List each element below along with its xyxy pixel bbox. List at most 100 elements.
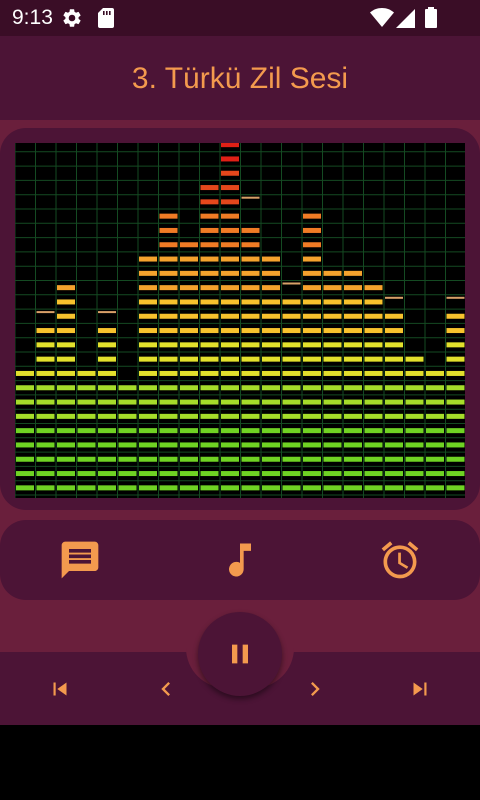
equalizer-segment	[159, 299, 178, 305]
equalizer-segment	[344, 471, 362, 477]
equalizer-segment	[405, 485, 424, 491]
equalizer-segment	[16, 413, 34, 419]
next-button[interactable]	[300, 674, 330, 704]
equalizer-segment	[159, 242, 178, 248]
equalizer-segment	[241, 285, 260, 291]
music-button[interactable]	[216, 536, 264, 584]
equalizer-segment	[159, 227, 178, 233]
equalizer-segment	[344, 342, 362, 348]
equalizer-segment	[36, 428, 55, 434]
equalizer-segment	[426, 442, 444, 448]
skip-previous-button[interactable]	[45, 674, 75, 704]
equalizer-visualizer	[14, 142, 465, 498]
equalizer-segment	[344, 313, 362, 319]
equalizer-segment	[139, 270, 157, 276]
equalizer-segment	[303, 413, 321, 419]
equalizer-segment	[180, 485, 198, 491]
equalizer-segment	[323, 370, 342, 376]
equalizer-segment	[446, 485, 465, 491]
equalizer-segment	[446, 313, 465, 319]
previous-button[interactable]	[151, 674, 181, 704]
equalizer-segment	[364, 442, 383, 448]
equalizer-segment	[98, 456, 116, 462]
equalizer-segment	[385, 370, 403, 376]
equalizer-segment	[36, 456, 55, 462]
equalizer-segment	[159, 413, 178, 419]
equalizer-segment	[139, 313, 157, 319]
equalizer-peak-marker	[446, 296, 465, 299]
equalizer-segment	[241, 471, 260, 477]
equalizer-segment	[200, 299, 219, 305]
equalizer-segment	[446, 370, 465, 376]
equalizer-segment	[200, 413, 219, 419]
equalizer-segment	[446, 428, 465, 434]
equalizer-segment	[16, 370, 34, 376]
skip-next-button[interactable]	[405, 674, 435, 704]
equalizer-segment	[221, 385, 239, 391]
equalizer-segment	[159, 285, 178, 291]
equalizer-segment	[446, 342, 465, 348]
equalizer-segment	[323, 285, 342, 291]
equalizer-segment	[241, 428, 260, 434]
equalizer-segment	[221, 170, 239, 176]
equalizer-segment	[77, 399, 96, 405]
pause-button[interactable]	[198, 612, 282, 696]
app-screen: 9:13 3. Türkü Zil Sesi	[0, 0, 480, 725]
equalizer-segment	[139, 370, 157, 376]
equalizer-segment	[57, 370, 75, 376]
equalizer-segment	[282, 485, 301, 491]
equalizer-segment	[262, 328, 280, 334]
equalizer-segment	[57, 471, 75, 477]
equalizer-segment	[159, 428, 178, 434]
equalizer-segment	[200, 313, 219, 319]
equalizer-segment	[200, 213, 219, 219]
equalizer-segment	[405, 471, 424, 477]
equalizer-segment	[303, 256, 321, 262]
equalizer-segment	[262, 485, 280, 491]
battery-icon	[424, 7, 438, 34]
equalizer-segment	[180, 328, 198, 334]
equalizer-segment	[241, 485, 260, 491]
equalizer-segment	[159, 399, 178, 405]
equalizer-segment	[282, 413, 301, 419]
equalizer-segment	[139, 385, 157, 391]
equalizer-segment	[385, 313, 403, 319]
equalizer-segment	[159, 213, 178, 219]
equalizer-segment	[57, 442, 75, 448]
equalizer-segment	[405, 428, 424, 434]
equalizer-segment	[139, 256, 157, 262]
equalizer-segment	[385, 456, 403, 462]
equalizer-segment	[139, 285, 157, 291]
equalizer-segment	[221, 342, 239, 348]
equalizer-segment	[344, 299, 362, 305]
equalizer-segment	[446, 413, 465, 419]
equalizer-segment	[426, 370, 444, 376]
equalizer-segment	[385, 471, 403, 477]
message-button[interactable]	[56, 536, 104, 584]
equalizer-segment	[159, 270, 178, 276]
equalizer-segment	[200, 328, 219, 334]
navigation-area	[0, 725, 480, 800]
alarm-button[interactable]	[376, 536, 424, 584]
equalizer-peak-marker	[98, 311, 116, 314]
equalizer-segment	[180, 413, 198, 419]
equalizer-segment	[282, 442, 301, 448]
equalizer-segment	[364, 471, 383, 477]
equalizer-segment	[241, 270, 260, 276]
equalizer-segment	[221, 399, 239, 405]
pause-icon	[232, 644, 248, 664]
equalizer-segment	[139, 356, 157, 362]
equalizer-peak-marker	[36, 311, 55, 314]
equalizer-segment	[303, 399, 321, 405]
equalizer-segment	[262, 442, 280, 448]
equalizer-segment	[36, 342, 55, 348]
equalizer-peak-marker	[282, 282, 301, 285]
alarm-clock-icon	[381, 541, 419, 579]
equalizer-segment	[282, 356, 301, 362]
equalizer-segment	[364, 456, 383, 462]
equalizer-segment	[385, 428, 403, 434]
equalizer-segment	[221, 370, 239, 376]
equalizer-segment	[98, 471, 116, 477]
equalizer-segment	[36, 442, 55, 448]
equalizer-segment	[282, 399, 301, 405]
